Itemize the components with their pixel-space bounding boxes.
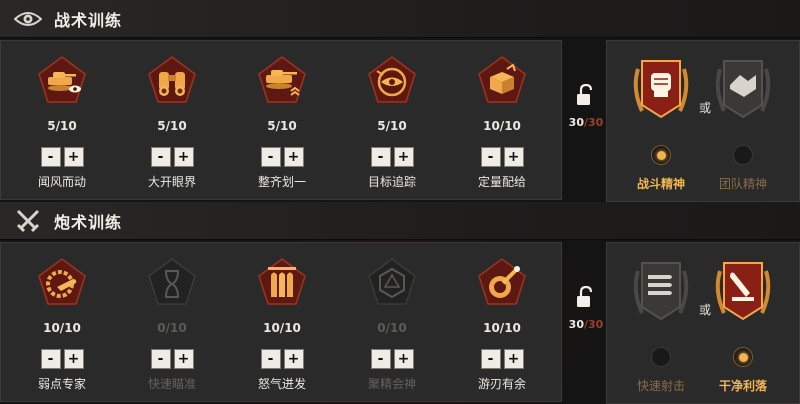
increase-button[interactable]: +	[503, 349, 524, 369]
radio-button[interactable]	[651, 347, 671, 367]
skill-name: 闻风而动	[37, 175, 86, 189]
perk-option[interactable]: 战斗精神	[621, 41, 701, 201]
decrease-button[interactable]: -	[370, 349, 391, 369]
radio-button[interactable]	[733, 145, 753, 165]
points-current: 30	[568, 318, 584, 331]
tank-eye-icon	[38, 56, 86, 103]
skill-panel-gunnery: 10/10 - + 弱点专家 0/10 - + 快速瞄准 10/10 - + 怒…	[0, 242, 562, 402]
skill-name: 怒气迸发	[257, 377, 306, 391]
shell-gear-icon	[38, 258, 86, 305]
perk-label: 干净利落	[718, 379, 767, 393]
skill-progress: 0/10	[377, 321, 407, 335]
skill-progress: 5/10	[377, 119, 407, 133]
perk-choice-tactic: 战斗精神 或 团队精神	[606, 40, 800, 202]
d20-dice-icon	[368, 258, 416, 305]
perk-label: 团队精神	[718, 177, 767, 191]
skill-card: 10/10 - + 定量配给	[447, 41, 557, 199]
skill-name: 游刃有余	[477, 377, 526, 391]
radio-button[interactable]	[733, 347, 753, 367]
skill-name: 弱点专家	[37, 377, 86, 391]
decrease-button[interactable]: -	[40, 147, 61, 167]
points-counter-tactic: 30/30	[566, 83, 606, 129]
increase-button[interactable]: +	[393, 147, 414, 167]
decrease-button[interactable]: -	[150, 147, 171, 167]
skill-name: 目标追踪	[367, 175, 416, 189]
increase-button[interactable]: +	[173, 147, 194, 167]
skill-card: 5/10 - + 整齐划一	[227, 41, 337, 199]
skill-card: 10/10 - + 怒气迸发	[227, 243, 337, 401]
ration-box-icon	[478, 56, 526, 103]
gun-target-icon	[478, 258, 526, 305]
points-max: /30	[583, 318, 604, 331]
skill-card: 5/10 - + 目标追踪	[337, 41, 447, 199]
binoculars-icon	[148, 56, 196, 103]
fist-badge-icon	[633, 60, 689, 119]
skill-card: 5/10 - + 大开眼界	[117, 41, 227, 199]
skill-card: 10/10 - + 弱点专家	[7, 243, 117, 401]
skill-panel-tactic: 5/10 - + 闻风而动 5/10 - + 大开眼界 5/10 - + 整齐划…	[0, 40, 562, 200]
shell-hit-badge-icon	[715, 262, 771, 321]
skill-progress: 5/10	[157, 119, 187, 133]
perk-label: 战斗精神	[636, 177, 685, 191]
tank-rank-icon	[258, 56, 306, 103]
skill-name: 大开眼界	[147, 175, 196, 189]
perk-option[interactable]: 干净利落	[703, 243, 783, 403]
skill-name: 整齐划一	[257, 175, 306, 189]
decrease-button[interactable]: -	[480, 349, 501, 369]
skill-progress: 10/10	[263, 321, 301, 335]
skill-card: 10/10 - + 游刃有余	[447, 243, 557, 401]
increase-button[interactable]: +	[63, 349, 84, 369]
section-title: 战术训练	[54, 10, 123, 30]
ammo-rack-badge-icon	[633, 262, 689, 321]
points-current: 30	[568, 116, 584, 129]
target-eye-icon	[368, 56, 416, 103]
skill-name: 快速瞄准	[147, 377, 196, 391]
increase-button[interactable]: +	[393, 349, 414, 369]
decrease-button[interactable]: -	[370, 147, 391, 167]
skill-name: 定量配给	[477, 175, 526, 189]
perk-option[interactable]: 团队精神	[703, 41, 783, 201]
skill-progress: 10/10	[483, 321, 521, 335]
skill-card: 0/10 - + 聚精会神	[337, 243, 447, 401]
skill-progress: 10/10	[483, 119, 521, 133]
shells-icon	[258, 258, 306, 305]
increase-button[interactable]: +	[503, 147, 524, 167]
skill-progress: 0/10	[157, 321, 187, 335]
section-header-gunnery: 炮术训练	[0, 202, 800, 240]
skill-name: 聚精会神	[367, 377, 416, 391]
points-max: /30	[583, 116, 604, 129]
decrease-button[interactable]: -	[260, 349, 281, 369]
unlock-icon	[577, 285, 593, 307]
handshake-badge-icon	[715, 60, 771, 119]
crossed-swords-icon	[12, 205, 44, 237]
perk-label: 快速射击	[636, 379, 685, 393]
eye-icon	[12, 3, 44, 35]
hourglass-icon	[148, 258, 196, 305]
increase-button[interactable]: +	[173, 349, 194, 369]
decrease-button[interactable]: -	[260, 147, 281, 167]
skill-card: 0/10 - + 快速瞄准	[117, 243, 227, 401]
radio-button[interactable]	[651, 145, 671, 165]
increase-button[interactable]: +	[283, 147, 304, 167]
skill-progress: 5/10	[47, 119, 77, 133]
skill-card: 5/10 - + 闻风而动	[7, 41, 117, 199]
decrease-button[interactable]: -	[480, 147, 501, 167]
increase-button[interactable]: +	[283, 349, 304, 369]
decrease-button[interactable]: -	[40, 349, 61, 369]
section-header-tactic: 战术训练	[0, 0, 800, 38]
perk-option[interactable]: 快速射击	[621, 243, 701, 403]
unlock-icon	[577, 83, 593, 105]
skill-progress: 10/10	[43, 321, 81, 335]
increase-button[interactable]: +	[63, 147, 84, 167]
decrease-button[interactable]: -	[150, 349, 171, 369]
skill-progress: 5/10	[267, 119, 297, 133]
perk-choice-gunnery: 快速射击 或 干净利落	[606, 242, 800, 404]
section-title: 炮术训练	[54, 212, 123, 232]
points-counter-gunnery: 30/30	[566, 285, 606, 331]
